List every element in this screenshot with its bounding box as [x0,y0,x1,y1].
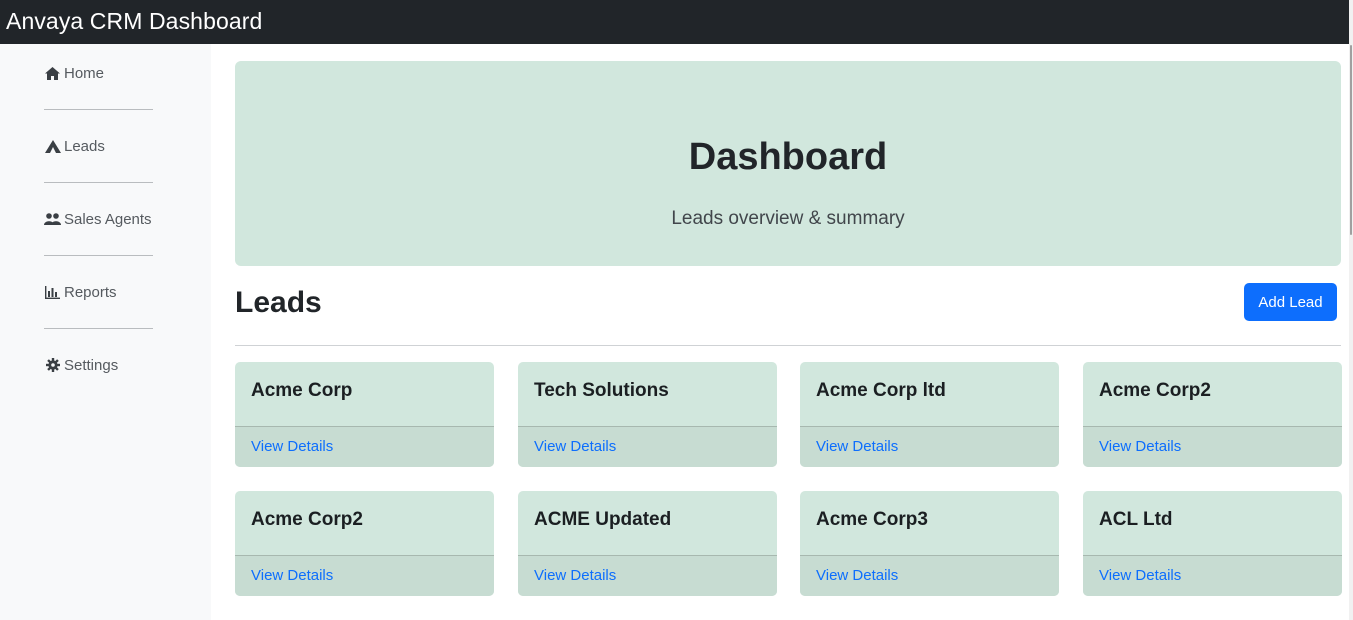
sidebar-item-label: Leads [64,137,105,155]
lead-card: ACL Ltd View Details [1083,491,1342,596]
reports-icon [44,285,61,299]
sidebar-item-home[interactable]: Home [44,61,156,85]
card-footer: View Details [235,555,494,596]
card-footer: View Details [1083,555,1342,596]
leads-icon [44,139,61,153]
card-footer: View Details [800,555,1059,596]
main-content: Dashboard Leads overview & summary Leads… [211,44,1349,620]
view-details-link[interactable]: View Details [816,567,898,584]
home-icon [44,66,61,80]
scrollbar-thumb[interactable] [1350,45,1352,235]
lead-name: Tech Solutions [534,380,669,401]
lead-card: Acme Corp View Details [235,362,494,467]
top-navbar: Anvaya CRM Dashboard [0,0,1349,44]
lead-name: Acme Corp2 [1099,380,1211,401]
sidebar-item-label: Sales Agents [64,210,152,228]
card-footer: View Details [800,426,1059,467]
view-details-link[interactable]: View Details [1099,438,1181,455]
sidebar-item-reports[interactable]: Reports [44,280,156,304]
lead-name: Acme Corp ltd [816,380,946,401]
sidebar-divider [44,255,153,256]
sidebar-item-label: Reports [64,283,117,301]
sidebar-divider [44,328,153,329]
leads-heading: Leads [235,286,322,319]
section-divider [235,345,1341,346]
settings-icon [44,358,61,372]
view-details-link[interactable]: View Details [816,438,898,455]
lead-card: Acme Corp3 View Details [800,491,1059,596]
lead-name: ACL Ltd [1099,509,1173,530]
lead-name: Acme Corp [251,380,353,401]
sidebar-item-sales-agents[interactable]: Sales Agents [44,207,156,231]
sidebar: Home Leads Sales Agents Reports Settings [0,44,211,620]
sidebar-item-leads[interactable]: Leads [44,134,156,158]
lead-card: ACME Updated View Details [518,491,777,596]
card-footer: View Details [1083,426,1342,467]
add-lead-button[interactable]: Add Lead [1244,283,1337,321]
lead-name: Acme Corp3 [816,509,928,530]
page-title: Dashboard [688,136,888,178]
view-details-link[interactable]: View Details [251,567,333,584]
page-subtitle: Leads overview & summary [671,208,905,229]
sidebar-item-settings[interactable]: Settings [44,353,156,377]
dashboard-hero: Dashboard Leads overview & summary [235,61,1341,266]
sidebar-item-label: Home [64,64,105,82]
view-details-link[interactable]: View Details [534,567,616,584]
agents-icon [44,212,61,226]
card-footer: View Details [235,426,494,467]
sidebar-divider [44,182,153,183]
view-details-link[interactable]: View Details [1099,567,1181,584]
lead-name: ACME Updated [534,509,672,530]
sidebar-divider [44,109,153,110]
card-footer: View Details [518,426,777,467]
lead-card: Tech Solutions View Details [518,362,777,467]
card-footer: View Details [518,555,777,596]
lead-card: Acme Corp ltd View Details [800,362,1059,467]
lead-card: Acme Corp2 View Details [235,491,494,596]
lead-card: Acme Corp2 View Details [1083,362,1342,467]
lead-name: Acme Corp2 [251,509,363,530]
sidebar-item-label: Settings [64,356,119,374]
view-details-link[interactable]: View Details [251,438,333,455]
app-title[interactable]: Anvaya CRM Dashboard [6,6,262,36]
view-details-link[interactable]: View Details [534,438,616,455]
